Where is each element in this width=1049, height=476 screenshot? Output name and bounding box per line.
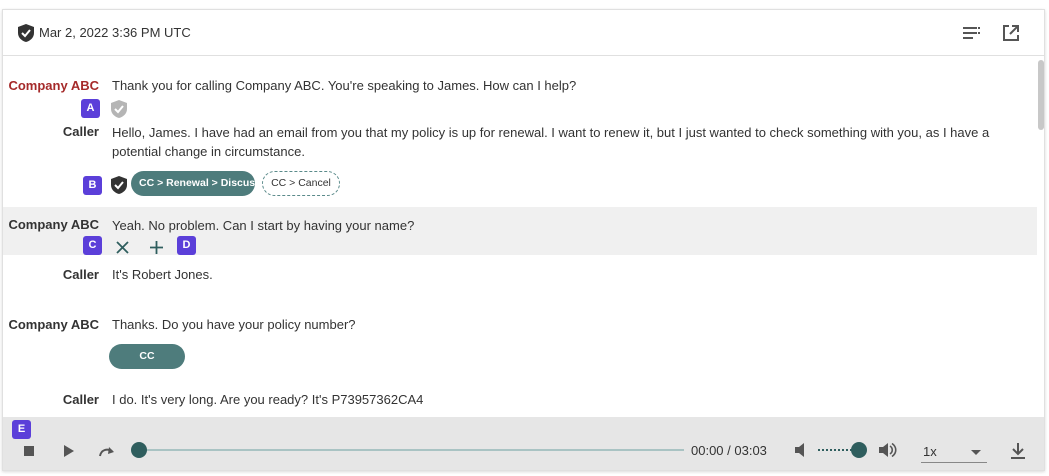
playback-speed-value: 1x [923, 444, 937, 459]
utterance-text: Thanks. Do you have your policy number? [112, 317, 356, 332]
list-icon[interactable] [963, 26, 981, 40]
annotation-badge-e: E [12, 420, 31, 439]
utterance-text: It's Robert Jones. [112, 267, 213, 282]
transcript: Company ABC Thank you for calling Compan… [3, 57, 1037, 417]
seek-thumb[interactable] [131, 442, 147, 458]
volume-high-icon[interactable] [879, 443, 897, 457]
utterance-text: Thank you for calling Company ABC. You'r… [112, 78, 577, 93]
utterance-text: I do. It's very long. Are you ready? It'… [112, 392, 424, 407]
seek-track[interactable] [139, 449, 684, 451]
speaker-label: Caller [62, 392, 99, 407]
time-display: 00:00 / 03:03 [691, 443, 767, 458]
transcript-panel: Mar 2, 2022 3:36 PM UTC Company ABC Than… [2, 9, 1045, 471]
download-icon[interactable] [1011, 443, 1025, 459]
redo-icon[interactable] [98, 444, 116, 458]
utterance-text: Yeah. No problem. Can I start by having … [112, 218, 415, 233]
audio-player: E 00:00 / 03:03 1x [3, 417, 1044, 470]
annotation-badge-d: D [177, 236, 196, 255]
close-icon[interactable] [116, 241, 129, 254]
speaker-label: Caller [62, 267, 99, 282]
speaker-label: Caller [62, 124, 99, 139]
shield-check-icon[interactable] [111, 100, 127, 118]
open-in-new-icon[interactable] [1002, 24, 1020, 42]
speaker-label: Company ABC [8, 217, 99, 232]
play-icon[interactable] [64, 445, 74, 457]
call-date: Mar 2, 2022 3:36 PM UTC [39, 25, 191, 40]
speaker-label: Company ABC [8, 78, 99, 93]
annotation-badge-b: B [83, 176, 102, 195]
shield-check-icon [18, 24, 34, 42]
annotation-badge-a: A [81, 99, 100, 118]
scrollbar[interactable] [1038, 60, 1044, 130]
stop-icon[interactable] [24, 446, 34, 456]
chevron-down-icon [971, 450, 981, 455]
shield-check-icon[interactable] [111, 176, 127, 194]
annotation-badge-c: C [83, 236, 102, 255]
playback-speed-select[interactable]: 1x [921, 441, 987, 463]
volume-low-icon[interactable] [795, 443, 809, 457]
add-icon[interactable] [150, 241, 163, 254]
volume-thumb[interactable] [851, 442, 867, 458]
utterance-text: Hello, James. I have had an email from y… [112, 125, 990, 159]
header: Mar 2, 2022 3:36 PM UTC [3, 10, 1044, 56]
tag-chip[interactable]: CC > Renewal > Discuss [131, 171, 261, 196]
tag-chip[interactable]: CC [109, 344, 185, 369]
tag-chip-suggested[interactable]: CC > Cancel [262, 171, 340, 196]
speaker-label: Company ABC [8, 317, 99, 332]
